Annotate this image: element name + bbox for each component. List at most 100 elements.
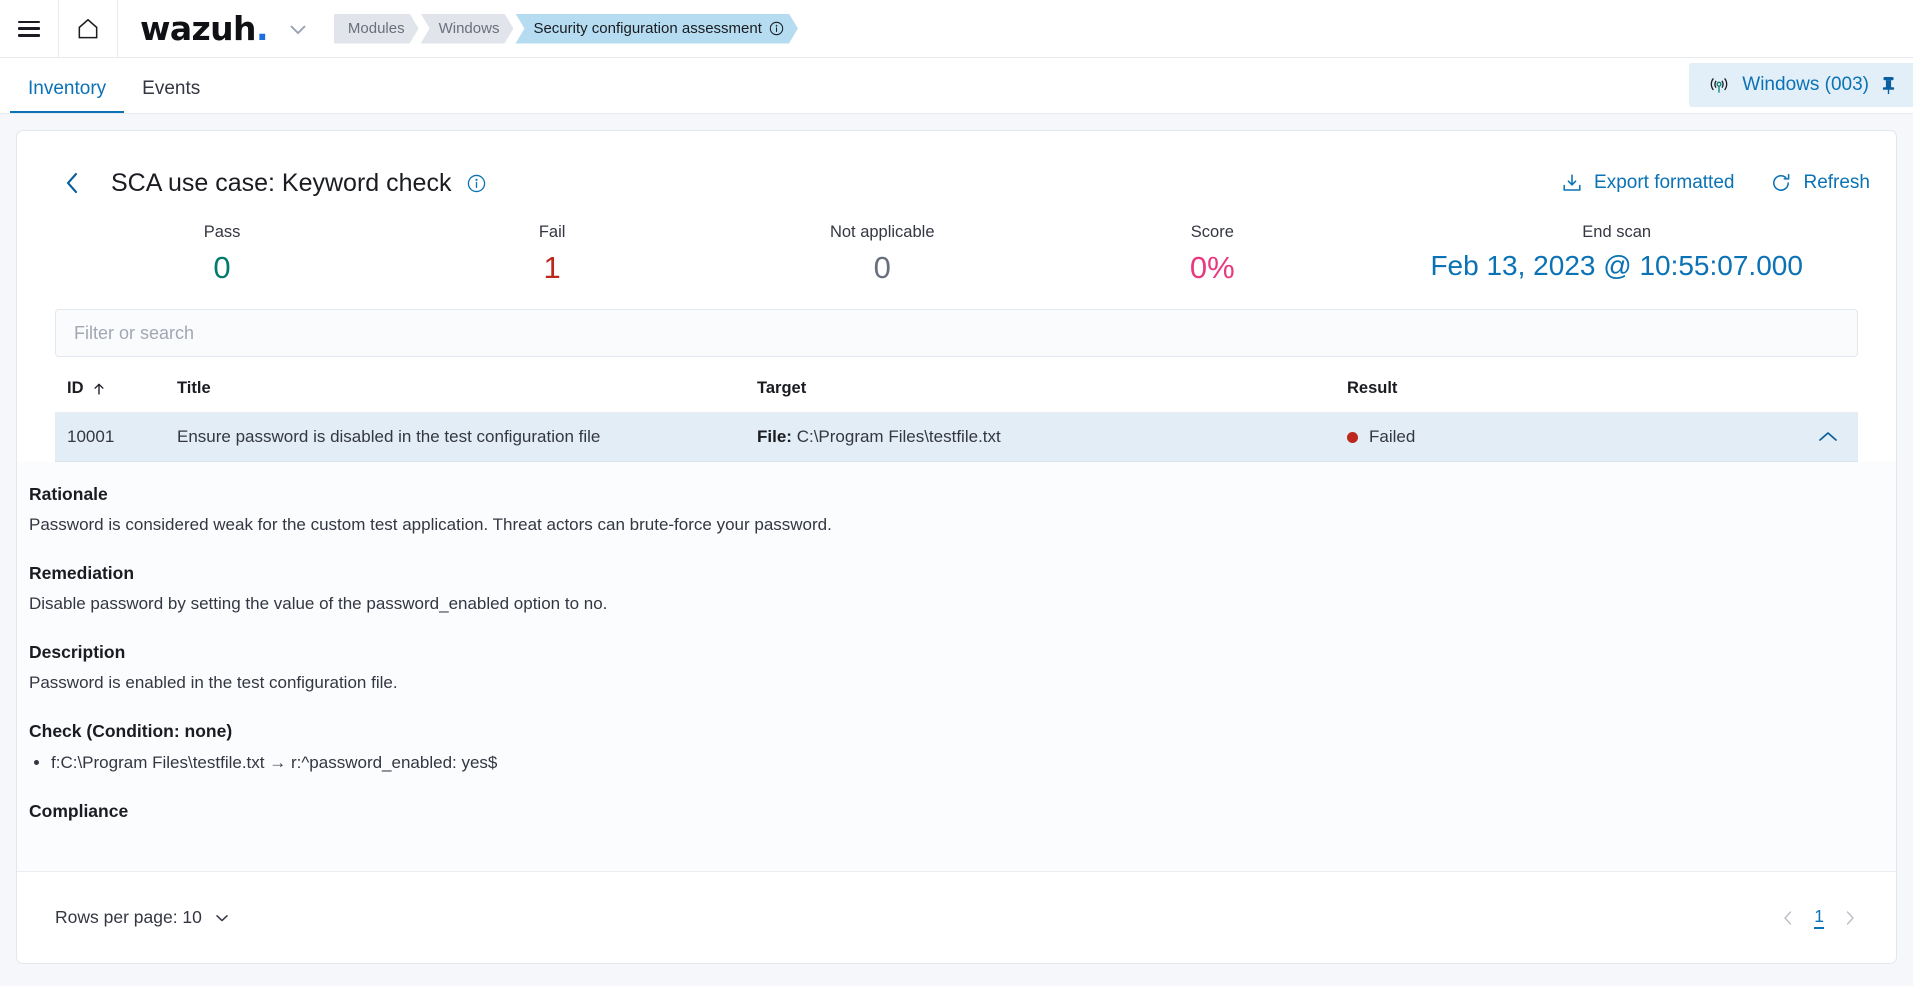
column-header-id[interactable]: ID [67, 379, 177, 398]
info-circle-icon[interactable] [769, 21, 784, 36]
stat-score: Score 0% [1047, 223, 1377, 285]
tab-inventory[interactable]: Inventory [10, 78, 125, 113]
cell-target-label: File: [757, 427, 792, 447]
status-badge: Failed [1369, 427, 1416, 447]
stat-not-applicable: Not applicable 0 [717, 223, 1047, 285]
pagination: 1 [1780, 906, 1858, 930]
breadcrumb-item-security-configuration-assessment[interactable]: Security configuration assessment [515, 14, 797, 44]
agent-selector[interactable]: Windows (003) [1689, 63, 1913, 107]
stat-end-scan: End scan Feb 13, 2023 @ 10:55:07.000 [1377, 223, 1856, 285]
top-navigation-bar: wazuh . Modules Windows Security configu… [0, 0, 1913, 58]
column-header-title[interactable]: Title [177, 379, 757, 398]
card-header: SCA use case: Keyword check Export forma… [17, 131, 1896, 201]
column-header-target[interactable]: Target [757, 379, 1347, 398]
detail-heading-check: Check (Condition: none) [29, 720, 233, 741]
logo-dropdown-button[interactable] [284, 15, 312, 43]
hamburger-menu-button[interactable] [0, 0, 58, 57]
cell-target-value: C:\Program Files\testfile.txt [796, 427, 1001, 447]
chevron-down-icon [216, 914, 228, 921]
stat-pass: Pass 0 [57, 223, 387, 285]
chevron-left-icon [66, 172, 78, 194]
cell-title: Ensure password is disabled in the test … [177, 427, 601, 447]
row-collapse-button[interactable] [1810, 427, 1846, 447]
tab-events[interactable]: Events [124, 79, 218, 113]
detail-heading-description: Description [29, 641, 126, 662]
export-formatted-button[interactable]: Export formatted [1561, 172, 1734, 194]
search-area [17, 285, 1896, 358]
table-header-row: ID Title Target Result [55, 379, 1858, 414]
breadcrumb-item-windows[interactable]: Windows [421, 14, 514, 44]
stat-label: Fail [538, 223, 566, 241]
antenna-signal-icon [1711, 77, 1728, 93]
column-header-label: Result [1347, 379, 1398, 398]
detail-text-rationale: Password is considered weak for the cust… [29, 515, 832, 535]
logo-dot: . [255, 9, 269, 48]
detail-text-description: Password is enabled in the test configur… [29, 672, 398, 692]
cell-id: 10001 [67, 427, 115, 447]
column-header-label: Target [757, 379, 807, 398]
refresh-icon [1773, 173, 1790, 191]
stat-value: 0 [873, 250, 891, 285]
sca-policy-card: SCA use case: Keyword check Export forma… [16, 130, 1897, 964]
info-circle-icon [468, 174, 486, 192]
cell-result: Failed [1347, 427, 1846, 447]
detail-heading-remediation: Remediation [29, 563, 135, 584]
chevron-left-icon [1784, 910, 1792, 925]
tab-label: Events [142, 78, 201, 99]
export-download-icon [1563, 174, 1581, 191]
chevron-up-icon [1819, 432, 1837, 441]
stat-label: End scan [1582, 223, 1652, 241]
arrow-up-icon [93, 383, 104, 395]
rows-per-page-selector[interactable]: Rows per page: 10 [55, 907, 231, 928]
logo-text: wazuh [140, 9, 257, 48]
detail-heading-compliance: Compliance [29, 800, 129, 821]
breadcrumb-label: Modules [347, 20, 405, 37]
detail-text-remediation: Disable password by setting the value of… [29, 594, 608, 614]
chevron-right-icon [1846, 910, 1854, 925]
stat-label: Not applicable [829, 223, 935, 241]
detail-heading-rationale: Rationale [29, 484, 108, 505]
breadcrumb-label: Windows [438, 20, 500, 37]
tab-bar: Inventory Events Windows (003) [0, 58, 1913, 114]
breadcrumb-label: Security configuration assessment [533, 20, 762, 37]
scan-summary-stats: Pass 0 Fail 1 Not applicable 0 Score 0% … [17, 201, 1896, 285]
breadcrumb-item-modules[interactable]: Modules [334, 14, 419, 44]
stat-label: Pass [203, 223, 241, 241]
pin-icon[interactable] [1880, 75, 1897, 95]
pagination-prev-button[interactable] [1780, 909, 1796, 927]
table-row[interactable]: 10001 Ensure password is disabled in the… [55, 413, 1858, 463]
detail-check-list: f:C:\Program Files\testfile.txt → r:^pas… [29, 751, 1884, 775]
chevron-down-icon [290, 24, 306, 34]
card-actions: Export formatted Refresh [1561, 172, 1870, 194]
table-footer: Rows per page: 10 1 [17, 871, 1896, 963]
page-title: SCA use case: Keyword check [111, 168, 452, 197]
rows-per-page-label: Rows per page: 10 [55, 907, 202, 927]
home-icon [78, 18, 98, 38]
stat-value: Feb 13, 2023 @ 10:55:07.000 [1430, 250, 1803, 281]
refresh-label: Refresh [1803, 172, 1870, 193]
status-dot-failed-icon [1347, 431, 1358, 443]
cell-target: File: C:\Program Files\testfile.txt [757, 427, 1347, 447]
tab-label: Inventory [28, 78, 107, 99]
refresh-button[interactable]: Refresh [1770, 172, 1870, 194]
list-item: f:C:\Program Files\testfile.txt → r:^pas… [51, 751, 1884, 775]
column-header-label: Title [177, 379, 211, 398]
search-input[interactable] [55, 309, 1858, 358]
stat-value: 0% [1189, 250, 1235, 285]
breadcrumb: Modules Windows Security configuration a… [334, 14, 800, 44]
pagination-page-1[interactable]: 1 [1814, 906, 1824, 930]
policy-info-button[interactable] [467, 174, 486, 193]
home-button[interactable] [59, 0, 117, 57]
stat-label: Score [1190, 223, 1234, 241]
back-button[interactable] [51, 165, 93, 201]
column-header-result[interactable]: Result [1347, 379, 1846, 398]
app-root: wazuh . Modules Windows Security configu… [0, 0, 1913, 986]
checks-table: ID Title Target Result 10001 Ensure pass… [17, 379, 1896, 463]
wazuh-logo[interactable]: wazuh . [118, 12, 326, 45]
column-header-label: ID [67, 379, 84, 398]
stat-fail: Fail 1 [387, 223, 717, 285]
hamburger-menu-icon [18, 20, 40, 37]
agent-name-label[interactable]: Windows (003) [1742, 74, 1869, 96]
stat-value: 0 [213, 250, 231, 285]
pagination-next-button[interactable] [1842, 909, 1858, 927]
